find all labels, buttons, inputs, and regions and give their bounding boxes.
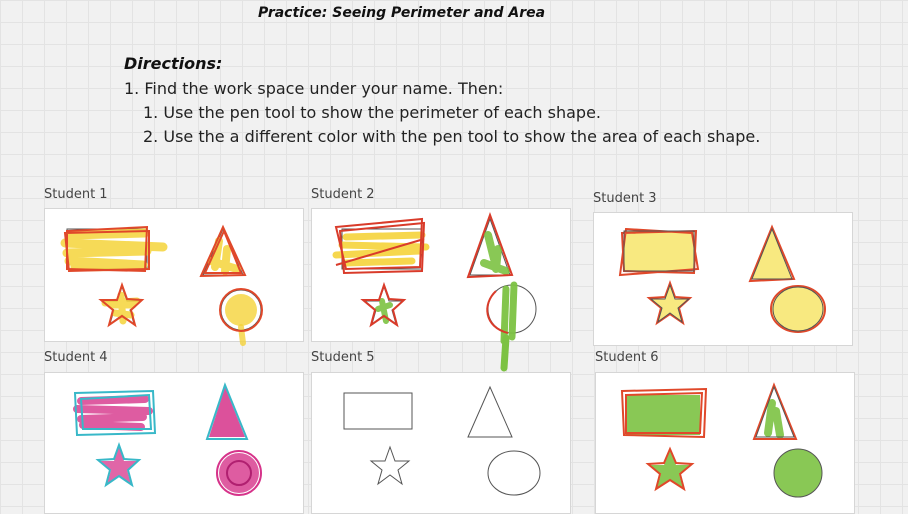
area-fill [626, 395, 700, 435]
student-2-canvas[interactable] [312, 209, 570, 345]
area-fill [219, 453, 259, 493]
student-3-label: Student 3 [593, 191, 657, 206]
student-1-label: Student 1 [44, 187, 108, 202]
area-fill [624, 231, 694, 271]
page-title: Practice: Seeing Perimeter and Area [258, 5, 546, 21]
student-6-canvas[interactable] [596, 373, 854, 513]
student-2-workspace[interactable] [311, 208, 571, 345]
directions: Directions: 1. Find the work space under… [124, 54, 760, 149]
area-scribble [764, 399, 784, 439]
area-scribble [73, 395, 153, 431]
student-4-canvas[interactable] [45, 373, 303, 513]
student-4-workspace[interactable] [44, 372, 304, 514]
area-scribble [480, 231, 510, 275]
directions-heading: Directions: [124, 54, 223, 73]
area-fill [209, 387, 245, 437]
directions-substep-2: 2. Use the a different color with the pe… [143, 127, 761, 146]
area-fill [752, 229, 792, 279]
directions-substep-1: 1. Use the pen tool to show the perimete… [143, 103, 601, 122]
student-3-canvas[interactable] [594, 213, 852, 345]
triangle-shape [467, 385, 513, 438]
student-6-label: Student 6 [595, 350, 659, 365]
student-3-workspace[interactable] [593, 212, 853, 346]
star-shape [369, 445, 411, 486]
student-1-canvas[interactable] [45, 209, 303, 346]
student-6-workspace[interactable] [595, 372, 855, 514]
area-scribble [332, 231, 430, 267]
circle-shape [487, 450, 541, 496]
student-5-canvas[interactable] [312, 373, 570, 513]
student-5-label: Student 5 [311, 350, 375, 365]
student-1-workspace[interactable] [44, 208, 304, 346]
rectangle-shape [343, 392, 413, 430]
student-2-label: Student 2 [311, 187, 375, 202]
area-fill [225, 294, 257, 326]
student-5-workspace[interactable] [311, 372, 571, 514]
student-4-label: Student 4 [44, 350, 108, 365]
area-scribble [238, 324, 246, 346]
directions-step-1: 1. Find the work space under your name. … [124, 79, 504, 98]
